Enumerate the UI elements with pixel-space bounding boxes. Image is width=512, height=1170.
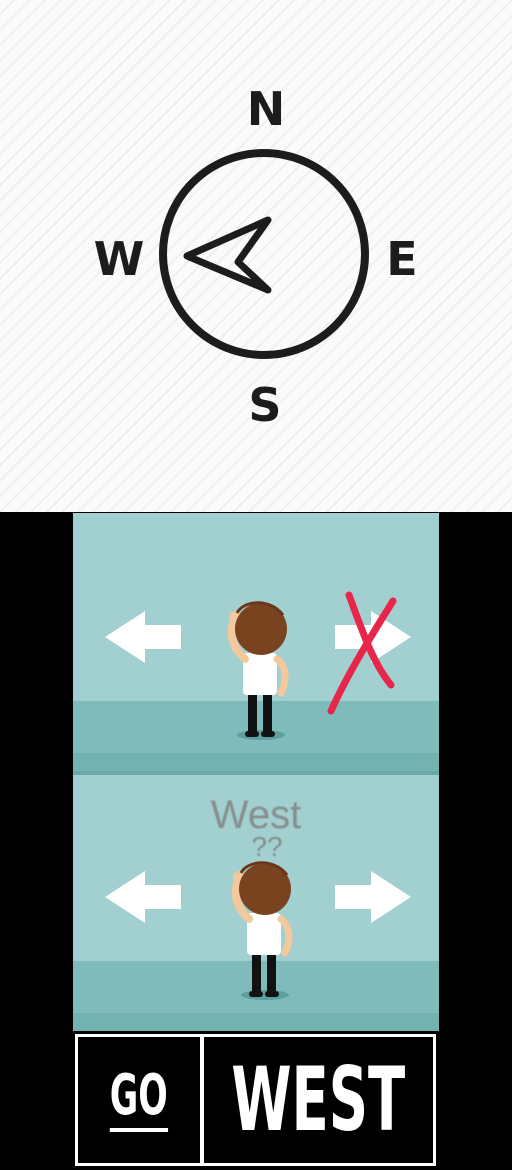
compass-west-label: W bbox=[93, 232, 145, 286]
cartoon-scenes bbox=[73, 513, 439, 1031]
compass-needle-icon bbox=[183, 216, 272, 294]
go-west-banner: GO WEST bbox=[75, 1034, 436, 1166]
banner-west-cell: WEST bbox=[204, 1037, 433, 1163]
cartoon-panel: West ?? bbox=[73, 513, 439, 1031]
banner-go-cell: GO bbox=[78, 1037, 200, 1163]
compass-north-label: N bbox=[246, 82, 286, 136]
banner-go-text: GO bbox=[109, 1068, 169, 1132]
compass-south-label: S bbox=[248, 378, 282, 432]
compass-east-label: E bbox=[386, 232, 418, 286]
compass-graphic bbox=[159, 149, 369, 359]
compass-panel: N S W E bbox=[0, 0, 512, 512]
question-marks: ?? bbox=[251, 831, 283, 862]
top-scene bbox=[73, 513, 439, 771]
banner-west-text: WEST bbox=[231, 1048, 406, 1151]
